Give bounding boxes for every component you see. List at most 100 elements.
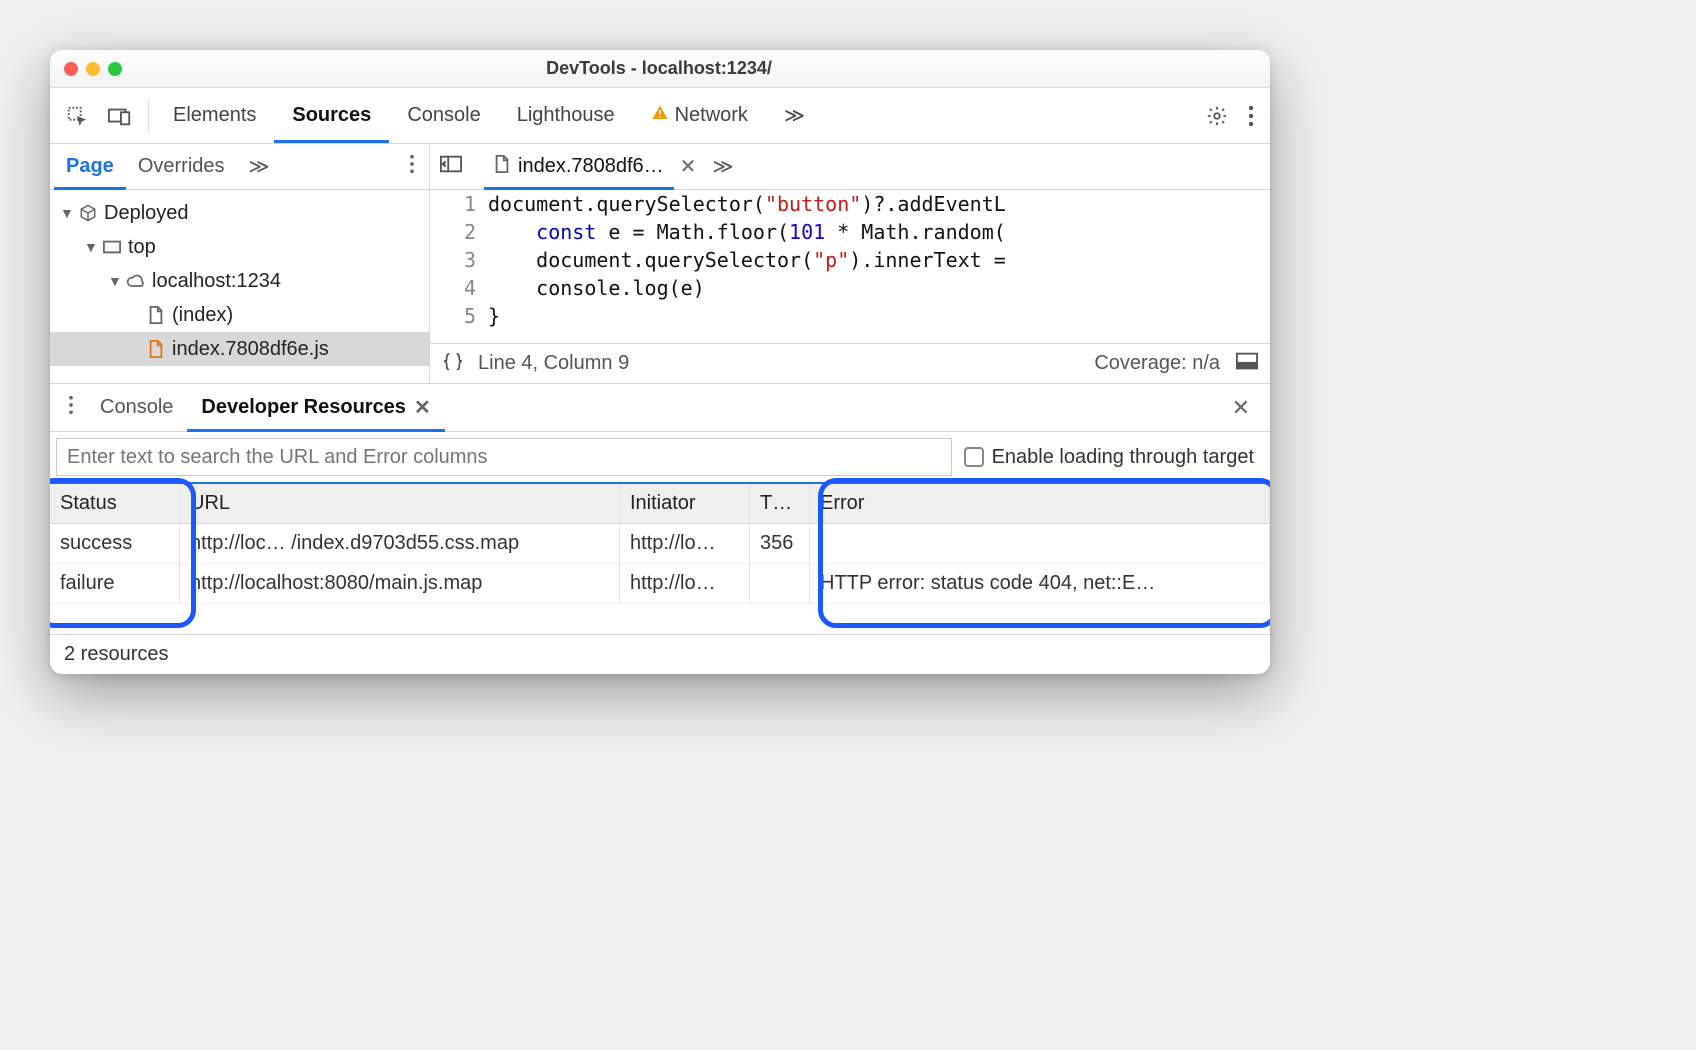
nav-tab-overrides[interactable]: Overrides bbox=[126, 144, 237, 189]
close-drawer-icon[interactable]: ✕ bbox=[1218, 395, 1264, 421]
code-line: console.log(e) bbox=[488, 274, 705, 302]
tab-network[interactable]: Network bbox=[633, 88, 766, 143]
traffic-lights bbox=[64, 62, 122, 76]
line-number: 2 bbox=[430, 218, 488, 246]
close-tab-icon[interactable]: ✕ bbox=[674, 154, 703, 179]
cell-url[interactable]: http://loc… /index.d9703d55.css.map bbox=[180, 524, 620, 564]
nav-kebab-icon[interactable] bbox=[399, 154, 425, 180]
cell-status[interactable]: success bbox=[50, 524, 180, 564]
code-editor[interactable]: 1 document.querySelector("button")?.addE… bbox=[430, 190, 1270, 343]
line-number: 4 bbox=[430, 274, 488, 302]
cloud-icon bbox=[126, 274, 146, 288]
tab-lighthouse[interactable]: Lighthouse bbox=[499, 88, 633, 143]
resources-table: Status URL Initiator T… Error success ht… bbox=[50, 484, 1270, 604]
resources-footer: 2 resources bbox=[50, 634, 1270, 674]
document-icon bbox=[146, 306, 166, 324]
filter-bar: Enable loading through target bbox=[50, 432, 1270, 484]
code-line: document.querySelector("button")?.addEve… bbox=[488, 190, 1006, 218]
tree-node-host[interactable]: ▼ localhost:1234 bbox=[50, 264, 429, 298]
cell-status[interactable]: failure bbox=[50, 564, 180, 604]
toggle-navigator-icon[interactable] bbox=[430, 155, 472, 179]
cell-url[interactable]: http://localhost:8080/main.js.map bbox=[180, 564, 620, 604]
tab-sources[interactable]: Sources bbox=[274, 88, 389, 143]
show-drawer-icon[interactable] bbox=[1236, 352, 1258, 376]
tree-node-index[interactable]: (index) bbox=[50, 298, 429, 332]
drawer-tab-label: Developer Resources bbox=[201, 396, 406, 419]
search-input[interactable] bbox=[56, 438, 952, 476]
navigator-pane: Page Overrides ≫ ▼ Deployed ▼ bbox=[50, 144, 430, 383]
sources-split: Page Overrides ≫ ▼ Deployed ▼ bbox=[50, 144, 1270, 384]
editor-statusbar: Line 4, Column 9 Coverage: n/a bbox=[430, 343, 1270, 383]
main-toolbar: Elements Sources Console Lighthouse Netw… bbox=[50, 88, 1270, 144]
titlebar: DevTools - localhost:1234/ bbox=[50, 50, 1270, 88]
code-line: } bbox=[488, 302, 500, 330]
devtools-window: DevTools - localhost:1234/ Elements Sour… bbox=[50, 50, 1270, 674]
tree-node-deployed[interactable]: ▼ Deployed bbox=[50, 196, 429, 230]
settings-icon[interactable] bbox=[1196, 97, 1238, 135]
tab-console[interactable]: Console bbox=[389, 88, 498, 143]
tree-label: Deployed bbox=[104, 202, 189, 225]
tree-label: index.7808df6e.js bbox=[172, 338, 329, 361]
tab-elements[interactable]: Elements bbox=[155, 88, 274, 143]
package-icon bbox=[78, 204, 98, 222]
editor-tabs-overflow[interactable]: ≫ bbox=[702, 154, 743, 179]
editor-tabbar: index.7808df6… ✕ ≫ bbox=[430, 144, 1270, 190]
pretty-print-icon[interactable] bbox=[442, 352, 464, 376]
main-tabs: Elements Sources Console Lighthouse Netw… bbox=[155, 88, 823, 143]
inspect-element-icon[interactable] bbox=[56, 97, 98, 135]
navigator-tabs: Page Overrides ≫ bbox=[50, 144, 429, 190]
cell-initiator[interactable]: http://lo… bbox=[620, 564, 750, 604]
device-toolbar-icon[interactable] bbox=[98, 98, 142, 134]
col-error[interactable]: Error bbox=[810, 484, 1270, 524]
developer-resources-panel: Enable loading through target Status URL… bbox=[50, 432, 1270, 674]
tree-label: localhost:1234 bbox=[152, 270, 281, 293]
col-initiator[interactable]: Initiator bbox=[620, 484, 750, 524]
kebab-menu-icon[interactable] bbox=[1238, 97, 1264, 135]
drawer-tabbar: Console Developer Resources ✕ ✕ bbox=[50, 384, 1270, 432]
drawer-kebab-icon[interactable] bbox=[56, 395, 86, 421]
zoom-window-button[interactable] bbox=[108, 62, 122, 76]
cell-error[interactable] bbox=[810, 524, 1270, 564]
minimize-window-button[interactable] bbox=[86, 62, 100, 76]
js-file-icon bbox=[146, 340, 166, 358]
tree-label: top bbox=[128, 236, 156, 259]
tree-node-top[interactable]: ▼ top bbox=[50, 230, 429, 264]
col-time[interactable]: T… bbox=[750, 484, 810, 524]
line-number: 1 bbox=[430, 190, 488, 218]
tree-label: (index) bbox=[172, 304, 233, 327]
tab-network-label: Network bbox=[675, 104, 748, 127]
line-number: 3 bbox=[430, 246, 488, 274]
enable-loading-toggle[interactable]: Enable loading through target bbox=[964, 446, 1264, 469]
cell-initiator[interactable]: http://lo… bbox=[620, 524, 750, 564]
code-line: document.querySelector("p").innerText = bbox=[488, 246, 1006, 274]
col-status[interactable]: Status bbox=[50, 484, 180, 524]
code-line: const e = Math.floor(101 * Math.random( bbox=[488, 218, 1006, 246]
disclosure-triangle-icon[interactable]: ▼ bbox=[84, 239, 96, 255]
frame-icon bbox=[102, 240, 122, 254]
drawer-tab-console[interactable]: Console bbox=[86, 384, 187, 431]
close-tab-icon[interactable]: ✕ bbox=[414, 395, 431, 420]
cell-error[interactable]: HTTP error: status code 404, net::E… bbox=[810, 564, 1270, 604]
col-url[interactable]: URL bbox=[180, 484, 620, 524]
cursor-position: Line 4, Column 9 bbox=[478, 352, 629, 375]
tree-node-js-file[interactable]: index.7808df6e.js bbox=[50, 332, 429, 366]
cell-time[interactable] bbox=[750, 564, 810, 604]
coverage-label: Coverage: n/a bbox=[1094, 352, 1220, 375]
enable-loading-label: Enable loading through target bbox=[992, 446, 1254, 469]
disclosure-triangle-icon[interactable]: ▼ bbox=[108, 273, 120, 289]
nav-tab-page[interactable]: Page bbox=[54, 144, 126, 189]
nav-tabs-overflow[interactable]: ≫ bbox=[237, 144, 282, 189]
warning-icon bbox=[651, 104, 669, 128]
disclosure-triangle-icon[interactable]: ▼ bbox=[60, 205, 72, 221]
editor-filetab[interactable]: index.7808df6… bbox=[484, 144, 674, 189]
enable-loading-checkbox[interactable] bbox=[964, 447, 984, 467]
drawer-tab-developer-resources[interactable]: Developer Resources ✕ bbox=[187, 384, 444, 431]
editor-pane: index.7808df6… ✕ ≫ 1 document.querySelec… bbox=[430, 144, 1270, 383]
line-number: 5 bbox=[430, 302, 488, 330]
close-window-button[interactable] bbox=[64, 62, 78, 76]
cell-time[interactable]: 356 bbox=[750, 524, 810, 564]
editor-filetab-label: index.7808df6… bbox=[518, 155, 664, 178]
window-title: DevTools - localhost:1234/ bbox=[122, 58, 1196, 79]
divider bbox=[148, 99, 149, 133]
tabs-overflow-button[interactable]: ≫ bbox=[766, 88, 823, 143]
